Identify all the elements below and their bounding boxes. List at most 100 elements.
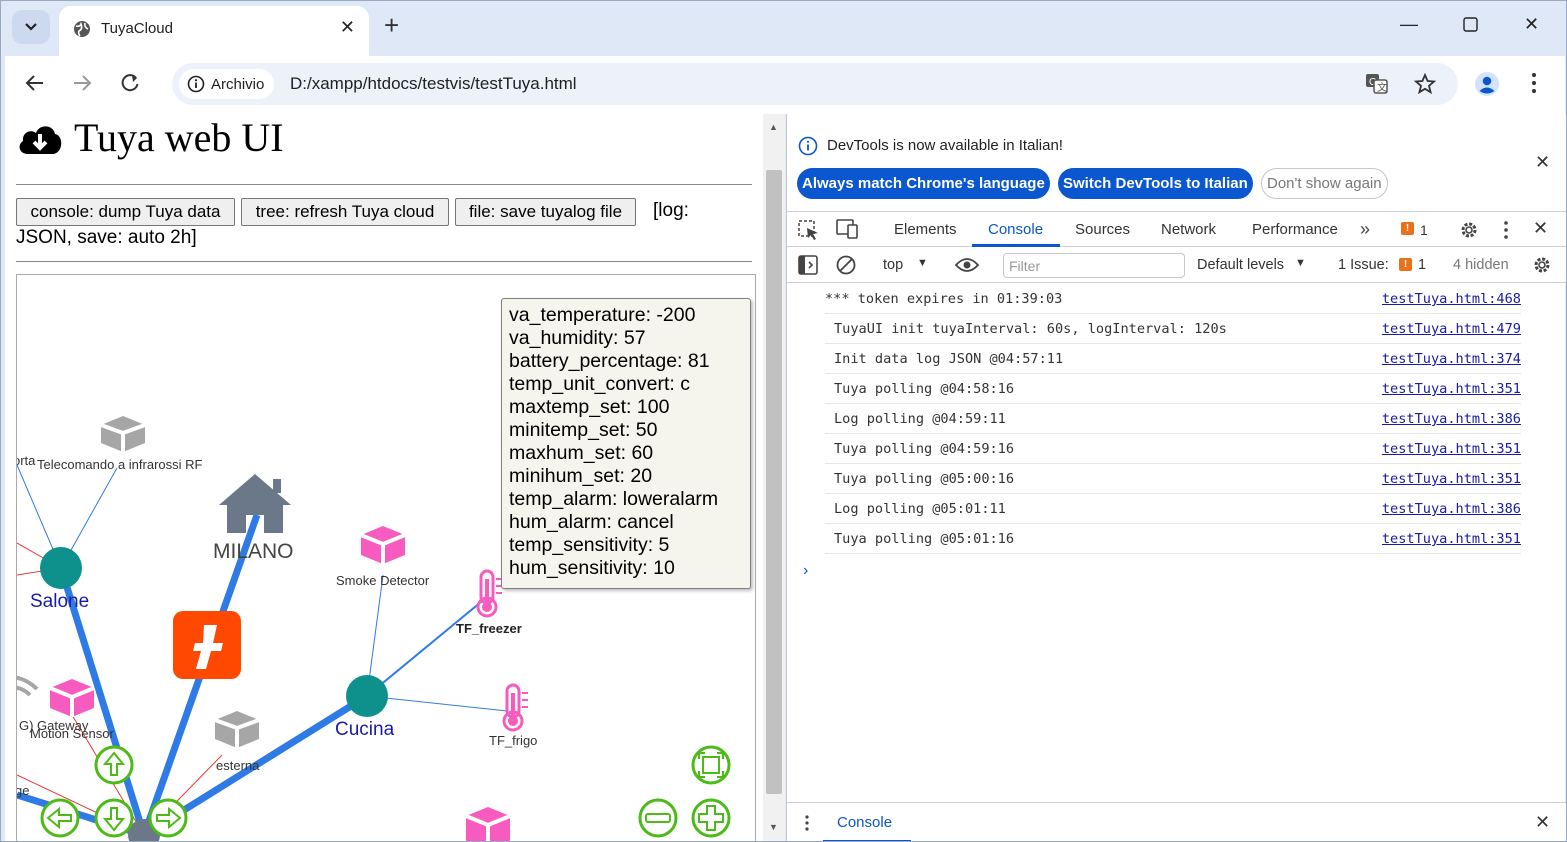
pan-right-button[interactable] [148, 798, 188, 838]
match-language-button[interactable]: Always match Chrome's language [797, 168, 1050, 199]
maximize-icon[interactable] [1463, 16, 1478, 37]
room-node-salone[interactable] [40, 547, 82, 589]
tab-performance[interactable]: Performance [1252, 221, 1338, 238]
console-source-link[interactable]: testTuya.html:468 [1382, 291, 1521, 307]
profile-avatar-icon[interactable] [1474, 71, 1500, 101]
close-icon[interactable]: ✕ [1535, 152, 1550, 173]
new-tab-button[interactable]: + [384, 12, 399, 38]
browser-toolbar: Archivio D:/xampp/htdocs/testvis/testTuy… [5, 56, 1565, 114]
eye-icon[interactable] [955, 257, 979, 273]
console-message-text: Tuya polling @04:59:16 [834, 441, 1015, 457]
tooltip-line: temp_unit_convert: c [509, 373, 691, 395]
context-selector[interactable]: top [883, 257, 903, 273]
scroll-down-arrow-icon[interactable]: ▼ [769, 822, 778, 832]
console-source-link[interactable]: testTuya.html:351 [1382, 471, 1521, 487]
tooltip-line: maxhum_set: 60 [509, 442, 654, 464]
tuya-logo-icon[interactable] [173, 611, 241, 679]
back-icon[interactable] [25, 73, 45, 97]
thermometer-icon[interactable] [476, 569, 502, 618]
device-toolbar-icon[interactable] [836, 219, 858, 239]
issues-count: 1 [1420, 222, 1428, 238]
drawer-menu-icon[interactable] [804, 814, 810, 832]
forward-icon[interactable] [72, 73, 92, 97]
tab-search-button[interactable] [12, 10, 50, 44]
tab-sources[interactable]: Sources [1075, 221, 1130, 238]
browser-tab[interactable]: TuyaCloud ✕ [59, 6, 369, 56]
save-log-button[interactable]: file: save tuyalog file [455, 198, 636, 226]
pan-up-button[interactable] [94, 745, 134, 785]
settings-gear-icon[interactable] [1458, 219, 1480, 241]
console-message-text: Init data log JSON @04:57:11 [834, 351, 1064, 367]
dont-show-again-button[interactable]: Don't show again [1261, 168, 1388, 199]
node-label-porta: orta [17, 453, 36, 468]
console-message-text: TuyaUI init tuyaInterval: 60s, logInterv… [834, 321, 1227, 337]
telecomando-device-icon[interactable] [100, 416, 146, 452]
console-settings-gear-icon[interactable] [1531, 254, 1553, 276]
close-window-icon[interactable]: ✕ [1524, 14, 1539, 35]
tooltip-line: minitemp_set: 50 [509, 419, 658, 441]
inspect-element-icon[interactable] [798, 220, 820, 240]
translate-icon[interactable]: G文 [1365, 73, 1389, 101]
console-message: Tuya polling @04:58:16 testTuya.html:351 [825, 374, 1521, 404]
devtools-tab-bar: Elements Console Sources Network Perform… [787, 211, 1566, 247]
hidden-count: 4 hidden [1453, 257, 1509, 273]
zoom-out-button[interactable] [638, 798, 678, 838]
zoom-in-button[interactable] [691, 798, 731, 838]
log-levels-dropdown[interactable]: Default levels [1197, 257, 1284, 273]
more-tabs-icon[interactable]: » [1360, 219, 1370, 240]
scrollbar-thumb[interactable] [766, 170, 782, 794]
close-devtools-icon[interactable]: ✕ [1533, 218, 1548, 239]
tab-network[interactable]: Network [1161, 221, 1216, 238]
more-options-icon[interactable] [1503, 220, 1509, 240]
node-label-tf-freezer: TF_freezer [456, 621, 522, 636]
refresh-tree-button[interactable]: tree: refresh Tuya cloud [241, 198, 449, 226]
chrome-menu-icon[interactable] [1531, 72, 1537, 98]
console-source-link[interactable]: testTuya.html:386 [1382, 411, 1521, 427]
issues-warning-icon[interactable]: ! [1401, 222, 1414, 235]
console-filter-input[interactable]: Filter [1003, 253, 1185, 278]
tab-console[interactable]: Console [988, 221, 1043, 238]
node-label-milano: MILANO [213, 540, 294, 563]
devtools-drawer: Console ✕ [787, 802, 1566, 842]
node-label-telecomando: Telecomando a infrarossi RF [37, 457, 203, 472]
console-source-link[interactable]: testTuya.html:479 [1382, 321, 1521, 337]
smoke-detector-device-icon[interactable] [360, 526, 406, 564]
bookmark-star-icon[interactable] [1413, 72, 1437, 101]
pan-down-button[interactable] [94, 798, 134, 838]
tab-title: TuyaCloud [101, 20, 173, 37]
site-info-chip[interactable]: Archivio [179, 69, 275, 99]
console-source-link[interactable]: testTuya.html:351 [1382, 381, 1521, 397]
close-drawer-icon[interactable]: ✕ [1535, 812, 1550, 833]
drawer-tab-console[interactable]: Console [837, 814, 892, 831]
console-prompt-chevron-icon[interactable]: › [803, 562, 808, 580]
tab-elements[interactable]: Elements [894, 221, 957, 238]
divider [16, 261, 752, 262]
address-bar[interactable]: Archivio D:/xampp/htdocs/testvis/testTuy… [172, 63, 1458, 105]
minimize-icon[interactable]: — [1400, 14, 1418, 35]
device-icon[interactable] [465, 807, 511, 842]
page-scrollbar[interactable]: ▲ ▼ [763, 114, 785, 842]
room-node-cucina[interactable] [346, 675, 388, 717]
scroll-up-arrow-icon[interactable]: ▲ [769, 122, 778, 132]
console-source-link[interactable]: testTuya.html:351 [1382, 441, 1521, 457]
clear-console-icon[interactable] [835, 254, 857, 276]
close-tab-icon[interactable]: ✕ [340, 17, 355, 38]
log-info-line2: JSON, save: auto 2h] [16, 227, 197, 248]
reload-icon[interactable] [120, 73, 140, 97]
dump-data-button[interactable]: console: dump Tuya data [16, 198, 235, 226]
esterna-device-icon[interactable] [214, 711, 260, 748]
device-network-graph[interactable]: orta Telecomando a infrarossi RF MILANO … [16, 274, 756, 842]
thermometer-icon[interactable] [502, 683, 528, 732]
console-source-link[interactable]: testTuya.html:374 [1382, 351, 1521, 367]
console-source-link[interactable]: testTuya.html:351 [1382, 531, 1521, 547]
console-source-link[interactable]: testTuya.html:386 [1382, 501, 1521, 517]
pan-left-button[interactable] [40, 798, 80, 838]
issues-label[interactable]: 1 Issue: [1338, 257, 1389, 273]
fit-view-button[interactable] [691, 745, 731, 785]
console-message: Tuya polling @05:00:16 testTuya.html:351 [825, 464, 1521, 494]
sidebar-toggle-icon[interactable] [798, 255, 818, 275]
motion-sensor-device-icon[interactable] [49, 679, 95, 717]
url-text[interactable]: D:/xampp/htdocs/testvis/testTuya.html [290, 74, 577, 94]
graph-edges [17, 464, 508, 839]
switch-language-button[interactable]: Switch DevTools to Italian [1058, 168, 1253, 199]
